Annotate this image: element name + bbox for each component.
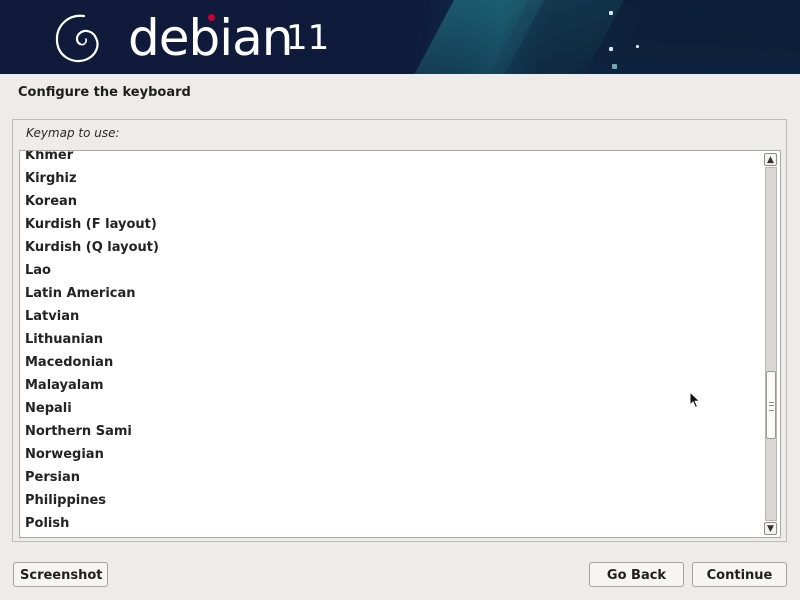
- keymap-option[interactable]: Macedonian: [20, 351, 762, 374]
- keymap-option[interactable]: Kurdish (Q layout): [20, 236, 762, 259]
- keymap-list-items: Khmer Kirghiz Korean Kurdish (F layout) Kurd…: [20, 151, 762, 535]
- banner-dot: [609, 47, 613, 51]
- keymap-scrollbar[interactable]: ▲ ▼: [763, 152, 779, 536]
- keymap-option[interactable]: Philippines: [20, 489, 762, 512]
- mouse-pointer-icon: [689, 391, 701, 409]
- keymap-option[interactable]: Persian: [20, 466, 762, 489]
- page-title: Configure the keyboard: [18, 85, 191, 100]
- installer-banner: debian 11: [0, 0, 800, 74]
- arrow-up-icon: ▲: [767, 155, 774, 165]
- keymap-option[interactable]: Lao: [20, 259, 762, 282]
- scroll-thumb[interactable]: [766, 371, 776, 439]
- arrow-down-icon: ▼: [767, 524, 774, 534]
- continue-button[interactable]: Continue: [692, 562, 787, 587]
- keymap-option[interactable]: Khmer: [20, 151, 762, 167]
- keymap-option[interactable]: Lithuanian: [20, 328, 762, 351]
- banner-dot: [636, 45, 639, 48]
- scroll-track[interactable]: [765, 167, 777, 521]
- keymap-option[interactable]: Korean: [20, 190, 762, 213]
- keymap-option[interactable]: Northern Sami: [20, 420, 762, 443]
- keymap-option[interactable]: Norwegian: [20, 443, 762, 466]
- scroll-down-button[interactable]: ▼: [764, 522, 777, 535]
- keymap-prompt: Keymap to use:: [26, 126, 120, 140]
- go-back-button[interactable]: Go Back: [589, 562, 684, 587]
- keymap-option[interactable]: Latin American: [20, 282, 762, 305]
- keymap-option[interactable]: Latvian: [20, 305, 762, 328]
- banner-dot: [612, 64, 617, 69]
- keymap-option[interactable]: Kurdish (F layout): [20, 213, 762, 236]
- grip-icon: [769, 402, 774, 411]
- keymap-option[interactable]: Nepali: [20, 397, 762, 420]
- keymap-option[interactable]: Malayalam: [20, 374, 762, 397]
- brand-accent-dot: [208, 14, 215, 21]
- banner-dot: [609, 11, 613, 15]
- screenshot-button[interactable]: Screenshot: [13, 562, 108, 587]
- keymap-option[interactable]: Polish: [20, 512, 762, 535]
- debian-swirl-icon: [55, 14, 99, 63]
- scroll-up-button[interactable]: ▲: [764, 153, 777, 166]
- keymap-option[interactable]: Kirghiz: [20, 167, 762, 190]
- brand-version: 11: [286, 18, 330, 58]
- keymap-list[interactable]: Khmer Kirghiz Korean Kurdish (F layout) Kurd…: [19, 150, 781, 538]
